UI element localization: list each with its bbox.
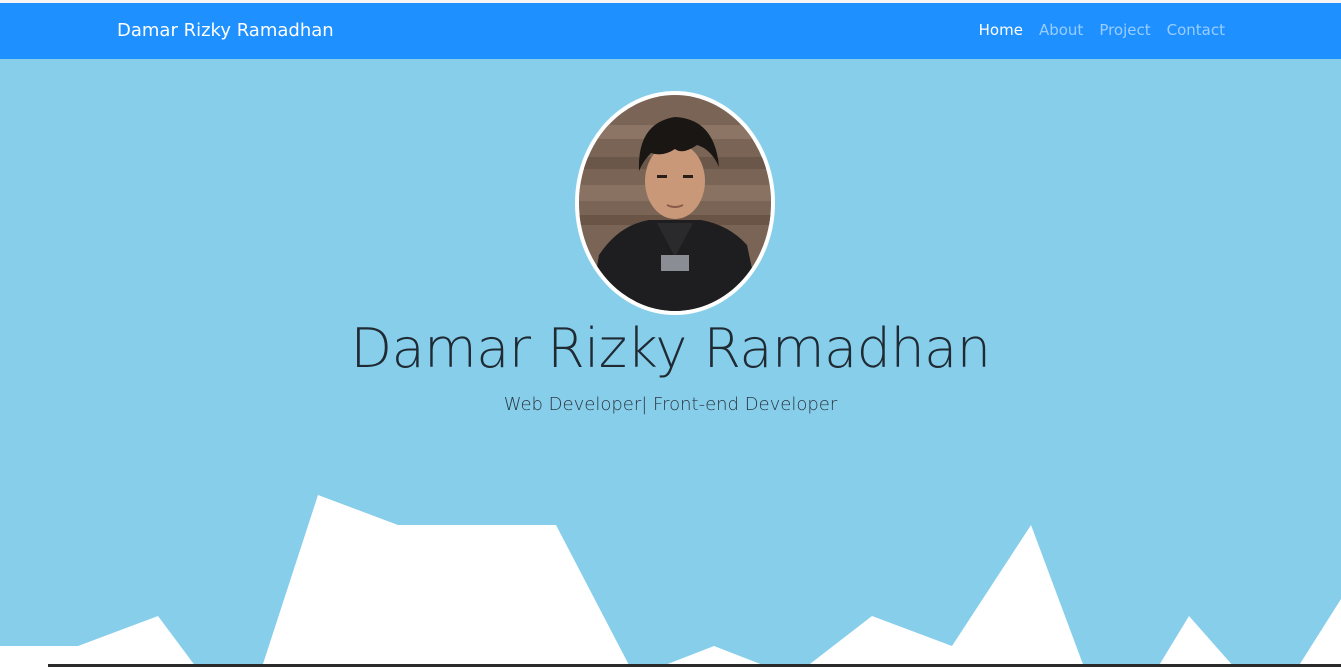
nav-link-project[interactable]: Project bbox=[1091, 21, 1158, 39]
hero-tagline: Web Developer| Front-end Developer bbox=[503, 394, 838, 415]
profile-photo bbox=[579, 95, 771, 311]
navbar-brand[interactable]: Damar Rizky Ramadhan bbox=[117, 20, 334, 41]
nav-link-about[interactable]: About bbox=[1031, 21, 1091, 39]
nav-links: Home About Project Contact bbox=[971, 21, 1225, 39]
profile-photo-image bbox=[579, 95, 771, 311]
hero-name: Damar Rizky Ramadhan bbox=[350, 317, 991, 380]
nav-link-home[interactable]: Home bbox=[971, 21, 1031, 39]
avatar bbox=[575, 91, 775, 315]
navbar: Damar Rizky Ramadhan Home About Project … bbox=[0, 3, 1341, 59]
nav-link-contact[interactable]: Contact bbox=[1159, 21, 1225, 39]
hero-section: Damar Rizky Ramadhan Web Developer| Fron… bbox=[0, 59, 1341, 667]
